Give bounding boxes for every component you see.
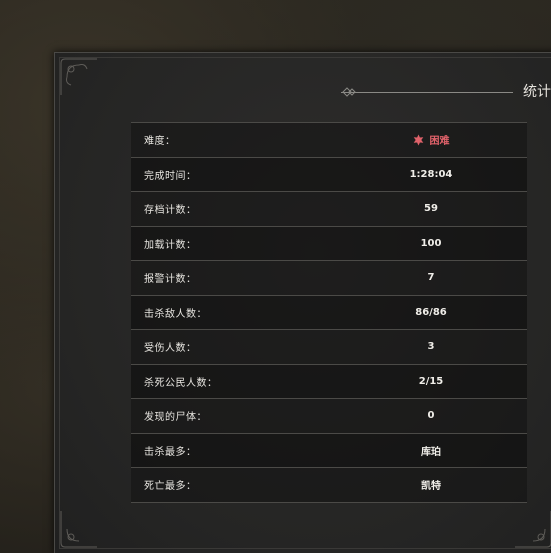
stat-value: 2/15 bbox=[418, 375, 444, 387]
stat-label: 完成时间： bbox=[144, 170, 197, 182]
stats-table: 难度： 困难 完成时间： 1:28:04 存档计数： 59 加载计数： 100 … bbox=[131, 122, 527, 503]
stat-row-injured: 受伤人数： 3 bbox=[131, 329, 527, 364]
stat-row-civilians-killed: 杀死公民人数： 2/15 bbox=[131, 363, 527, 398]
stat-value: 59 bbox=[424, 203, 438, 215]
stat-value: 100 bbox=[420, 237, 442, 249]
header-divider bbox=[341, 92, 513, 93]
panel-title: 统计 bbox=[523, 84, 551, 100]
corner-ornament-icon bbox=[60, 511, 97, 548]
stat-row-enemies-killed: 击杀敌人数： 86/86 bbox=[131, 294, 527, 329]
stat-value: 86/86 bbox=[415, 306, 447, 318]
difficulty-value: 困难 bbox=[429, 136, 450, 148]
corner-ornament-icon bbox=[60, 58, 97, 95]
stat-label: 存档计数： bbox=[144, 205, 197, 217]
stat-label: 难度： bbox=[144, 136, 176, 148]
difficulty-star-icon bbox=[413, 134, 424, 146]
stat-row-difficulty: 难度： 困难 bbox=[131, 122, 527, 157]
stat-label: 击杀敌人数： bbox=[144, 308, 207, 320]
stat-label: 杀死公民人数： bbox=[144, 377, 218, 389]
stat-row-most-deaths: 死亡最多： 凯特 bbox=[131, 467, 527, 503]
stat-value: 3 bbox=[427, 341, 435, 353]
stat-value: 困难 bbox=[413, 132, 450, 147]
stat-value: 凯特 bbox=[421, 481, 441, 493]
stat-label: 受伤人数： bbox=[144, 343, 197, 355]
stat-row-saves: 存档计数： 59 bbox=[131, 191, 527, 226]
stat-row-loads: 加载计数： 100 bbox=[131, 225, 527, 260]
game-background: 统计 难度： 困难 完成时间： 1:28:04 存档计数： 59 加载计数： 1… bbox=[0, 0, 551, 553]
stat-label: 击杀最多： bbox=[144, 446, 197, 458]
stat-row-completion-time: 完成时间： 1:28:04 bbox=[131, 156, 527, 191]
stat-row-alarms: 报警计数： 7 bbox=[131, 260, 527, 295]
stat-label: 加载计数： bbox=[144, 239, 197, 251]
stat-value: 7 bbox=[427, 272, 435, 284]
stat-value: 库珀 bbox=[421, 446, 441, 458]
stat-label: 死亡最多： bbox=[144, 481, 197, 493]
stat-row-bodies-found: 发现的尸体： 0 bbox=[131, 398, 527, 433]
corner-ornament-icon bbox=[515, 511, 551, 548]
stat-label: 发现的尸体： bbox=[144, 412, 207, 424]
stat-row-most-kills: 击杀最多： 库珀 bbox=[131, 432, 527, 467]
stat-value: 1:28:04 bbox=[409, 168, 453, 180]
stat-value: 0 bbox=[427, 410, 435, 422]
stat-label: 报警计数： bbox=[144, 274, 197, 286]
